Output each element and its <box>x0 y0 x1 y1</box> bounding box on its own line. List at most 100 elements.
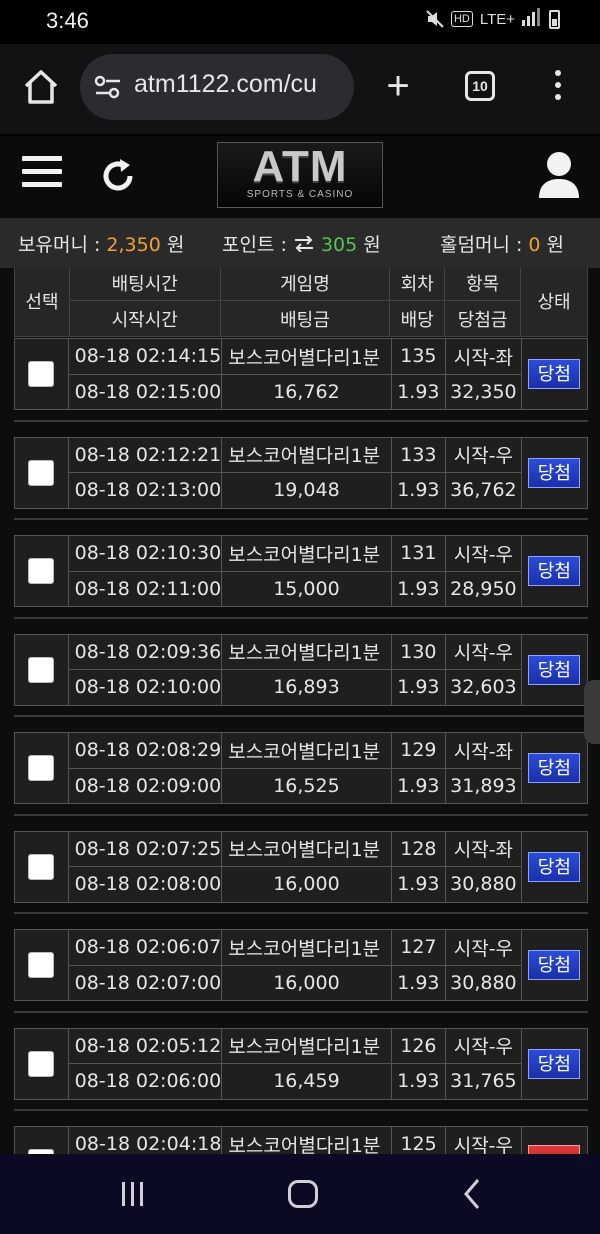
row-select-cell <box>14 1027 69 1100</box>
row-checkbox[interactable] <box>28 558 55 584</box>
bet-time: 08-18 02:09:36 <box>67 633 223 670</box>
site-settings-icon[interactable] <box>94 74 122 100</box>
row-separator <box>14 912 588 914</box>
odds: 1.93 <box>390 669 447 706</box>
row-select-cell <box>14 1126 69 1154</box>
status-cell: 당첨 <box>520 830 589 903</box>
scroll-handle[interactable] <box>584 680 600 744</box>
game-name: 보스코어별다리1분 <box>221 1027 392 1064</box>
start-time: 08-18 02:07:00 <box>67 964 223 1001</box>
row-checkbox[interactable] <box>28 853 55 880</box>
bet-amount: 19,048 <box>221 472 392 509</box>
bet-time: 08-18 02:04:18 <box>67 1126 223 1154</box>
signal-icon <box>522 8 542 30</box>
url-text[interactable]: atm1122.com/cu <box>134 70 344 99</box>
bet-amount: 16,459 <box>221 1063 392 1100</box>
exchange-icon[interactable] <box>293 235 315 253</box>
game-name: 보스코어별다리1분 <box>221 338 392 375</box>
odds: 1.93 <box>390 570 447 607</box>
balance-value: 2,350 <box>106 234 161 256</box>
header-win-amount: 당첨금 <box>444 300 522 337</box>
status-cell: 당첨 <box>520 929 589 1001</box>
start-time: 08-18 02:11:00 <box>67 570 223 607</box>
bet-amount: 16,000 <box>221 964 392 1001</box>
pick: 시작-우 <box>445 1126 522 1154</box>
pick: 시작-우 <box>445 535 522 572</box>
hamburger-icon[interactable] <box>22 156 62 192</box>
table-row: 08-18 02:14:15 보스코어별다리1분 135 시작-좌 당첨 08-18 02… <box>14 338 589 410</box>
recent-apps-icon[interactable] <box>122 1182 148 1206</box>
status-cell <box>520 1126 589 1154</box>
status-time: 3:46 <box>46 8 89 33</box>
header-bet-amount: 배팅금 <box>219 300 391 337</box>
game-name: 보스코어별다리1분 <box>221 732 392 769</box>
row-checkbox[interactable] <box>28 952 55 978</box>
status-badge: 당첨 <box>528 851 581 882</box>
battery-icon <box>549 9 560 29</box>
round: 133 <box>390 436 447 473</box>
browser-toolbar: atm1122.com/cu + 10 <box>0 44 600 134</box>
row-separator <box>14 1010 588 1013</box>
status-cell: 당첨 <box>520 732 589 804</box>
address-bar[interactable]: atm1122.com/cu <box>80 54 354 120</box>
home-circle-icon[interactable] <box>288 1180 318 1208</box>
round: 125 <box>390 1126 447 1154</box>
start-time: 08-18 02:15:00 <box>67 373 223 410</box>
bet-amount: 16,893 <box>221 669 392 706</box>
start-time: 08-18 02:09:00 <box>67 767 223 804</box>
row-separator <box>14 813 588 816</box>
row-select-cell <box>14 436 69 509</box>
status-badge: 당첨 <box>528 556 581 586</box>
bet-time: 08-18 02:10:30 <box>67 535 223 572</box>
logo-main-text: ATM <box>252 142 348 191</box>
odds: 1.93 <box>390 373 447 410</box>
round: 131 <box>390 535 447 572</box>
table-row: 08-18 02:08:29 보스코어별다리1분 129 시작-좌 당첨 08-18 02… <box>14 732 589 804</box>
bet-amount: 16,000 <box>221 866 392 903</box>
pick: 시작-우 <box>445 1027 522 1064</box>
pick: 시작-좌 <box>445 830 522 867</box>
refresh-icon[interactable] <box>98 156 138 196</box>
bet-time: 08-18 02:05:12 <box>67 1027 223 1064</box>
round: 128 <box>390 830 447 867</box>
game-name: 보스코어별다리1분 <box>221 929 392 966</box>
pick: 시작-우 <box>445 436 522 473</box>
odds: 1.93 <box>390 767 447 804</box>
back-icon[interactable] <box>462 1178 482 1210</box>
header-round: 회차 <box>389 268 446 301</box>
user-icon[interactable] <box>536 150 582 200</box>
row-select-cell <box>14 338 69 410</box>
status-bar: 3:46 HD LTE+ <box>0 0 600 44</box>
row-checkbox[interactable] <box>28 656 55 683</box>
status-cell: 당첨 <box>520 436 589 509</box>
bet-amount: 16,525 <box>221 767 392 804</box>
odds: 1.93 <box>390 964 447 1001</box>
win-amount: 30,880 <box>445 964 522 1001</box>
table-row: 08-18 02:04:18 보스코어별다리1분 125 시작-우 <box>14 1126 589 1154</box>
bet-history: 선택 배팅시간 게임명 회차 항목 상태 시작시간 배팅금 배당 당첨금 08-… <box>0 268 600 1154</box>
row-checkbox[interactable] <box>28 459 55 486</box>
row-checkbox[interactable] <box>28 755 55 781</box>
tabs-icon[interactable]: 10 <box>465 71 495 101</box>
row-checkbox[interactable] <box>28 361 55 387</box>
plus-icon[interactable]: + <box>378 64 418 108</box>
row-checkbox[interactable] <box>28 1050 55 1077</box>
money-bar: 보유머니 : 2,350 원 포인트 : 305 원 홀덤머니 : 0 원 <box>0 218 600 268</box>
points-money: 포인트 : 305 원 <box>222 234 381 256</box>
home-icon[interactable] <box>20 66 62 108</box>
site-logo[interactable]: ATM SPORTS & CASINO <box>217 142 383 208</box>
row-select-cell <box>14 929 69 1001</box>
row-select-cell <box>14 633 69 706</box>
bet-time: 08-18 02:06:07 <box>67 929 223 966</box>
odds: 1.93 <box>390 1063 447 1100</box>
row-separator <box>14 1109 588 1111</box>
row-separator <box>14 419 588 422</box>
header-game-name: 게임명 <box>219 268 391 301</box>
win-amount: 31,765 <box>445 1063 522 1100</box>
more-vert-icon[interactable] <box>548 70 568 106</box>
holdem-money: 홀덤머니 : 0 원 <box>440 234 565 256</box>
row-separator <box>14 616 588 619</box>
row-separator <box>14 715 588 717</box>
status-cell: 당첨 <box>520 338 589 410</box>
status-cell: 당첨 <box>520 633 589 706</box>
